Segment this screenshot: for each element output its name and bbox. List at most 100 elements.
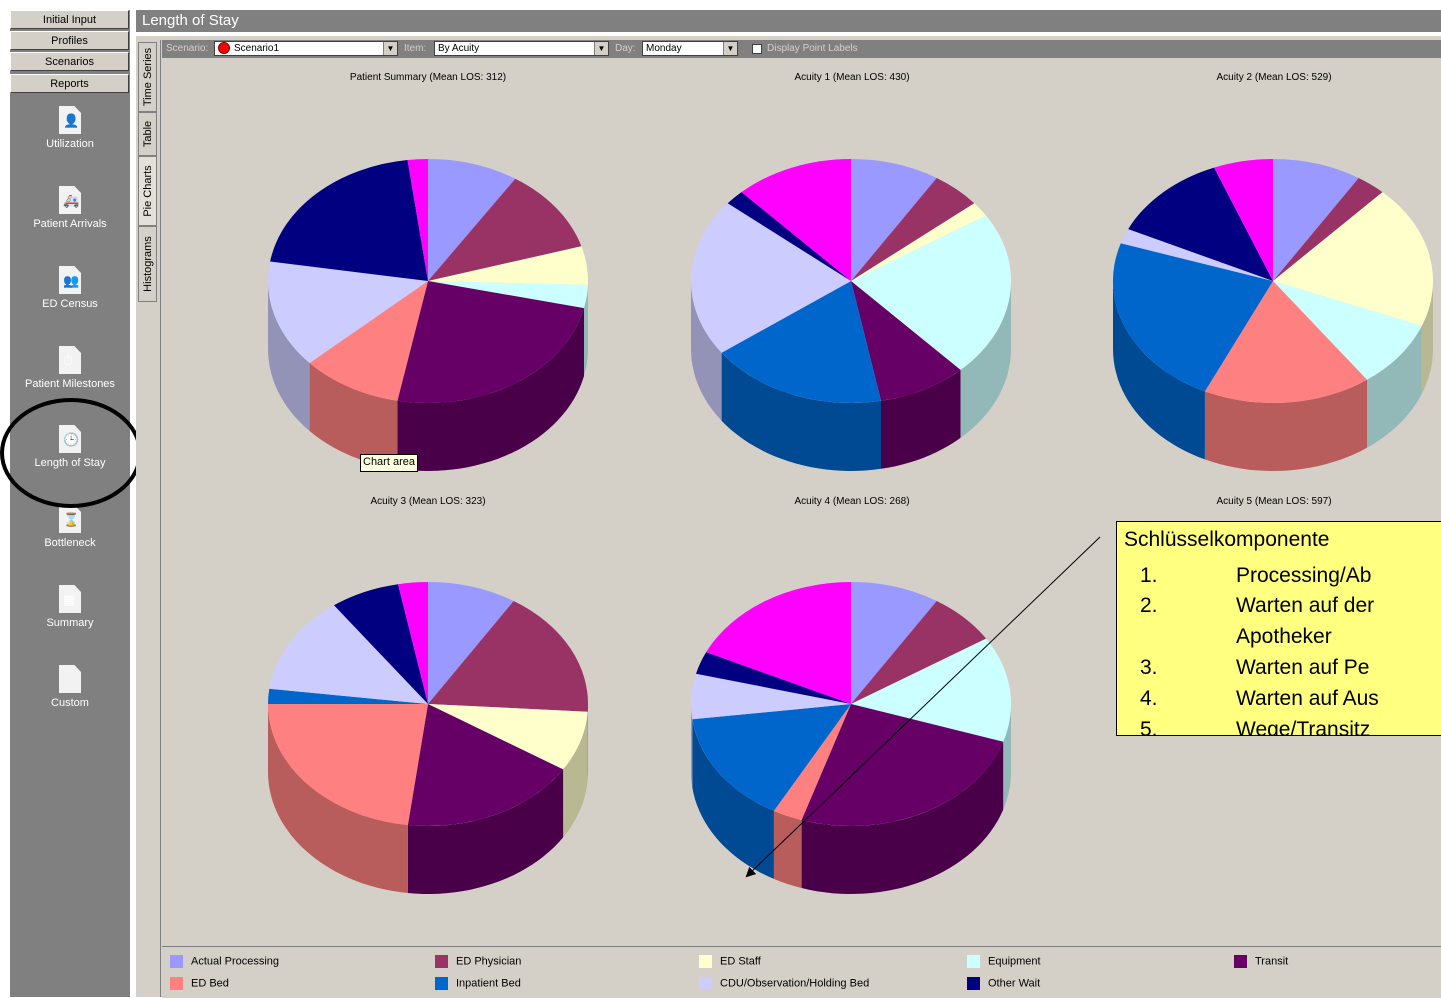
day-select[interactable]: Monday ▼ [642, 41, 738, 56]
callout-item: Apotheker [1140, 625, 1332, 649]
tab-label: Time Series [142, 48, 154, 106]
legend-item: Transit [1234, 955, 1288, 968]
custom-icon [59, 665, 81, 693]
legend-item: CDU/Observation/Holding Bed [699, 977, 869, 990]
callout-item: 5.Wege/Transitz [1140, 718, 1370, 736]
scenario-select[interactable]: Scenario1 ▼ [214, 41, 398, 56]
nav-reports[interactable]: Reports [10, 74, 129, 93]
stopwatch-icon: ⏱ [59, 346, 81, 374]
annotation-callout: Schlüsselkomponente 1.Processing/Ab2.War… [1116, 521, 1441, 736]
callout-item: 2.Warten auf der [1140, 594, 1374, 618]
pie-chart-3 [268, 582, 588, 894]
pie-chart-4 [691, 582, 1011, 894]
chevron-down-icon[interactable]: ▼ [723, 42, 737, 55]
legend-swatch [699, 955, 712, 968]
scenario-status-icon [218, 42, 230, 54]
chevron-down-icon[interactable]: ▼ [594, 42, 608, 55]
pie-charts [162, 58, 1441, 946]
report-patient-arrivals[interactable]: 🚑 Patient Arrivals [10, 186, 130, 230]
tab-histograms[interactable]: Histograms [138, 226, 157, 302]
tab-label: Histograms [142, 236, 154, 292]
report-label: Bottleneck [44, 537, 95, 549]
tab-time-series[interactable]: Time Series [138, 42, 157, 112]
legend-swatch [435, 955, 448, 968]
legend-item: ED Physician [435, 955, 521, 968]
callout-title: Schlüsselkomponente [1124, 528, 1329, 552]
nav-initial-input[interactable]: Initial Input [10, 10, 129, 29]
callout-item: 1.Processing/Ab [1140, 564, 1371, 588]
tooltip: Chart area [360, 454, 418, 472]
legend-label: CDU/Observation/Holding Bed [720, 977, 869, 989]
pie-chart-1 [691, 159, 1011, 471]
legend-label: ED Staff [720, 955, 761, 967]
callout-item: 3.Warten auf Pe [1140, 656, 1369, 680]
legend-label: Inpatient Bed [456, 977, 521, 989]
legend-item: Inpatient Bed [435, 977, 521, 990]
display-labels-label: Display Point Labels [767, 43, 858, 54]
callout-item-number: 1. [1140, 564, 1236, 588]
legend-swatch [699, 977, 712, 990]
legend-label: Equipment [988, 955, 1041, 967]
report-bottleneck[interactable]: ⌛ Bottleneck [10, 505, 130, 549]
legend-item: ED Bed [170, 977, 229, 990]
legend-label: ED Bed [191, 977, 229, 989]
legend-swatch [170, 955, 183, 968]
pie-chart-0 [268, 159, 588, 471]
report-ed-census[interactable]: 👥 ED Census [10, 266, 130, 310]
chart-area[interactable]: Patient Summary (Mean LOS: 312) Acuity 1… [162, 58, 1441, 946]
item-label: Item: [404, 43, 426, 54]
callout-item-text: Wege/Transitz [1236, 718, 1370, 736]
report-label: ED Census [42, 298, 98, 310]
tab-label: Table [142, 121, 154, 147]
legend-item: Actual Processing [170, 955, 279, 968]
report-label: Utilization [46, 138, 94, 150]
tab-label: Pie Charts [142, 165, 154, 216]
legend-item: Other Wait [967, 977, 1040, 990]
display-labels-checkbox[interactable] [752, 44, 762, 54]
report-custom[interactable]: Custom [10, 665, 130, 709]
item-select[interactable]: By Acuity ▼ [434, 41, 609, 56]
scenario-label: Scenario: [166, 43, 208, 54]
legend: Actual Processing ED Physician ED Staff Equ… [162, 946, 1441, 998]
toolbar: Scenario: Scenario1 ▼ Item: By Acuity ▼ … [162, 40, 1441, 58]
legend-item: Equipment [967, 955, 1041, 968]
legend-swatch [170, 977, 183, 990]
callout-item-text: Apotheker [1236, 625, 1332, 648]
pie-slice-other-wait [270, 160, 428, 281]
legend-swatch [435, 977, 448, 990]
tab-pie-charts[interactable]: Pie Charts [138, 156, 157, 226]
report-label: Custom [51, 697, 89, 709]
report-label: Patient Arrivals [33, 218, 106, 230]
callout-item-text: Warten auf Aus [1236, 687, 1379, 710]
nav-scenarios[interactable]: Scenarios [10, 52, 129, 71]
day-label: Day: [615, 43, 636, 54]
day-value: Monday [646, 43, 682, 54]
legend-label: ED Physician [456, 955, 521, 967]
legend-label: Transit [1255, 955, 1288, 967]
legend-swatch [967, 955, 980, 968]
legend-swatch [1234, 955, 1247, 968]
callout-item-number: 3. [1140, 656, 1236, 680]
item-value: By Acuity [438, 43, 479, 54]
divider [160, 40, 161, 997]
report-patient-milestones[interactable]: ⏱ Patient Milestones [10, 346, 130, 390]
nav-profiles[interactable]: Profiles [10, 31, 129, 50]
scenario-value: Scenario1 [234, 43, 279, 54]
pie-chart-2 [1113, 159, 1433, 471]
callout-item-number: 5. [1140, 718, 1236, 736]
hourglass-icon: ⌛ [59, 505, 81, 533]
summary-icon: ▦ [59, 585, 81, 613]
chevron-down-icon[interactable]: ▼ [383, 42, 397, 55]
ambulance-icon: 🚑 [59, 186, 81, 214]
legend-label: Actual Processing [191, 955, 279, 967]
callout-item-number: 4. [1140, 687, 1236, 711]
main-panel: Time Series Table Pie Charts Histograms … [136, 36, 1441, 997]
legend-item: ED Staff [699, 955, 761, 968]
report-utilization[interactable]: 👤 Utilization [10, 106, 130, 150]
legend-label: Other Wait [988, 977, 1040, 989]
report-summary[interactable]: ▦ Summary [10, 585, 130, 629]
legend-swatch [967, 977, 980, 990]
callout-item-number: 2. [1140, 594, 1236, 618]
tab-table[interactable]: Table [138, 112, 157, 156]
utilization-icon: 👤 [59, 106, 81, 134]
